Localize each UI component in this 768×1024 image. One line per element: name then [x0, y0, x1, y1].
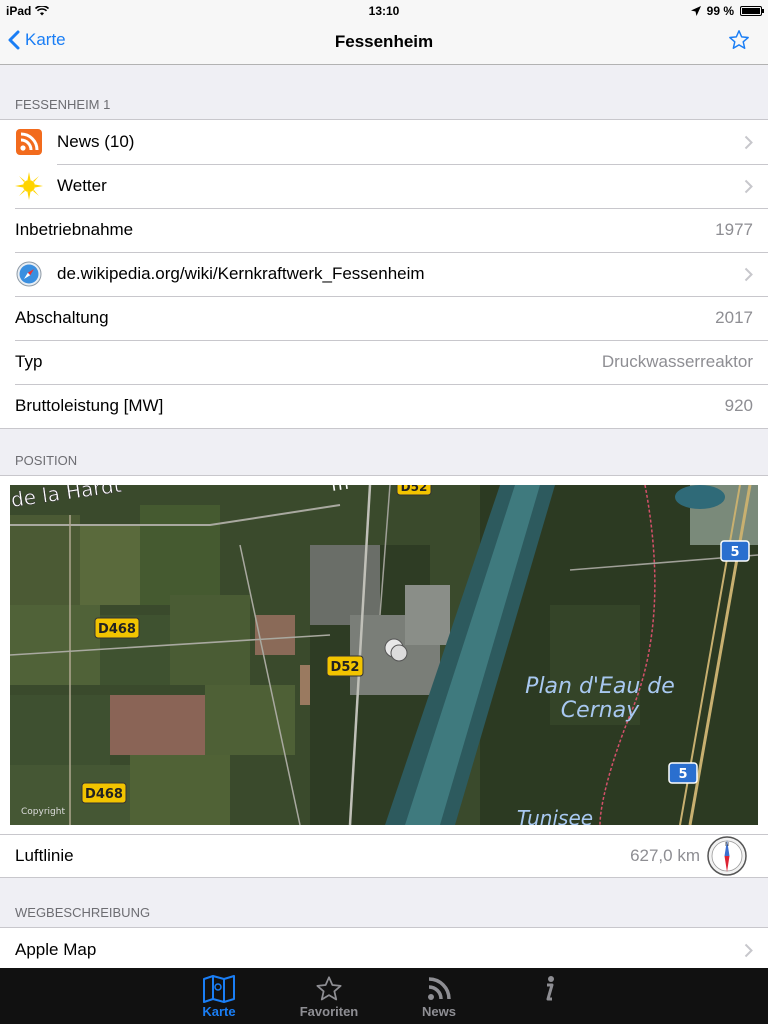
status-time: 13:10: [368, 4, 400, 18]
tab-news[interactable]: News: [384, 968, 494, 1024]
rss-icon: [428, 977, 451, 1000]
battery-icon: [740, 6, 764, 16]
map-place-label-2: Cernay: [561, 698, 640, 723]
star-icon: [316, 976, 342, 1001]
shutdown-row: Abschaltung 2017: [0, 296, 768, 340]
route-shield-5-b: 5: [668, 762, 698, 784]
apple-map-row[interactable]: Apple Map: [0, 928, 768, 972]
info-group: News (10) Wetter Inbetriebnahme 1977 de.…: [0, 119, 768, 429]
map-place-label-3: Tunisee: [517, 806, 593, 825]
distance-value: 627,0 km: [630, 846, 700, 865]
section-header-main: FESSENHEIM 1: [15, 97, 111, 112]
status-bar: iPad 13:10 99 %: [0, 0, 768, 20]
route-shield-5-a: 5: [720, 540, 750, 562]
chevron-right-icon: [744, 135, 753, 149]
chevron-right-icon: [744, 943, 753, 957]
road-shield-text: D468: [98, 622, 136, 637]
svg-text:N: N: [725, 842, 729, 848]
shutdown-value: 2017: [715, 308, 753, 327]
power-label: Bruttoleistung [MW]: [15, 396, 164, 415]
tab-karte[interactable]: Karte: [164, 968, 274, 1024]
distance-row: Luftlinie 627,0 km N: [0, 834, 768, 878]
safari-compass-icon: [15, 260, 43, 288]
type-label: Typ: [15, 352, 43, 371]
tab-bar: Karte Favoriten News: [0, 968, 768, 1024]
shutdown-label: Abschaltung: [15, 308, 109, 327]
sun-icon: [15, 172, 43, 200]
route-shield-text: 5: [678, 767, 687, 782]
chevron-right-icon: [744, 179, 753, 193]
commissioning-value: 1977: [715, 220, 753, 239]
news-row[interactable]: News (10): [0, 120, 768, 164]
apple-map-label: Apple Map: [15, 940, 97, 959]
road-shield-text: D468: [85, 787, 123, 802]
chevron-right-icon: [744, 267, 753, 281]
weather-row-label: Wetter: [57, 176, 107, 195]
road-shield-d52-mid: D52: [326, 655, 364, 677]
tab-news-label: News: [422, 1004, 456, 1019]
road-shield-d52-top: D52: [396, 485, 432, 496]
road-shield-text: D52: [401, 485, 428, 494]
commissioning-label: Inbetriebnahme: [15, 220, 134, 239]
power-value: 920: [724, 396, 753, 415]
news-row-label: News (10): [57, 132, 135, 151]
tab-info[interactable]: [494, 968, 604, 1024]
star-outline-icon: [729, 30, 749, 49]
route-shield-text: 5: [730, 545, 739, 560]
road-shield-text: D52: [331, 660, 360, 675]
tab-favoriten[interactable]: Favoriten: [274, 968, 384, 1024]
map-copyright: Copyright: [21, 807, 65, 817]
power-row: Bruttoleistung [MW] 920: [0, 384, 768, 428]
map-icon: [203, 975, 235, 1003]
route-group: Apple Map: [0, 927, 768, 973]
type-row: Typ Druckwasserreaktor: [0, 340, 768, 384]
section-header-position: POSITION: [15, 453, 78, 468]
favorite-star-button[interactable]: [728, 29, 750, 56]
type-value: Druckwasserreaktor: [601, 352, 753, 371]
wikipedia-link: de.wikipedia.org/wiki/Kernkraftwerk_Fess…: [57, 264, 425, 283]
road-shield-d468-a: D468: [94, 617, 140, 639]
page-title: Fessenheim: [334, 32, 434, 51]
rss-icon: [15, 128, 43, 156]
location-arrow-icon: [690, 6, 701, 16]
section-header-route: WEGBESCHREIBUNG: [15, 905, 151, 920]
battery-percent: 99 %: [706, 4, 734, 18]
satellite-map[interactable]: D52 D468 D52 D468 5 5 de la Hardt m Plan…: [10, 485, 758, 825]
tab-favoriten-label: Favoriten: [299, 1004, 359, 1019]
distance-label: Luftlinie: [15, 846, 74, 865]
commissioning-row: Inbetriebnahme 1977: [0, 208, 768, 252]
weather-row[interactable]: Wetter: [0, 164, 768, 208]
compass-icon: N: [707, 836, 747, 876]
wikipedia-row[interactable]: de.wikipedia.org/wiki/Kernkraftwerk_Fess…: [0, 252, 768, 296]
info-icon: [546, 976, 554, 1001]
map-place-label-1: Plan d'Eau de: [525, 674, 675, 699]
navigation-bar: Karte Fessenheim: [0, 20, 768, 65]
tab-karte-label: Karte: [202, 1004, 236, 1019]
road-shield-d468-b: D468: [81, 782, 127, 804]
